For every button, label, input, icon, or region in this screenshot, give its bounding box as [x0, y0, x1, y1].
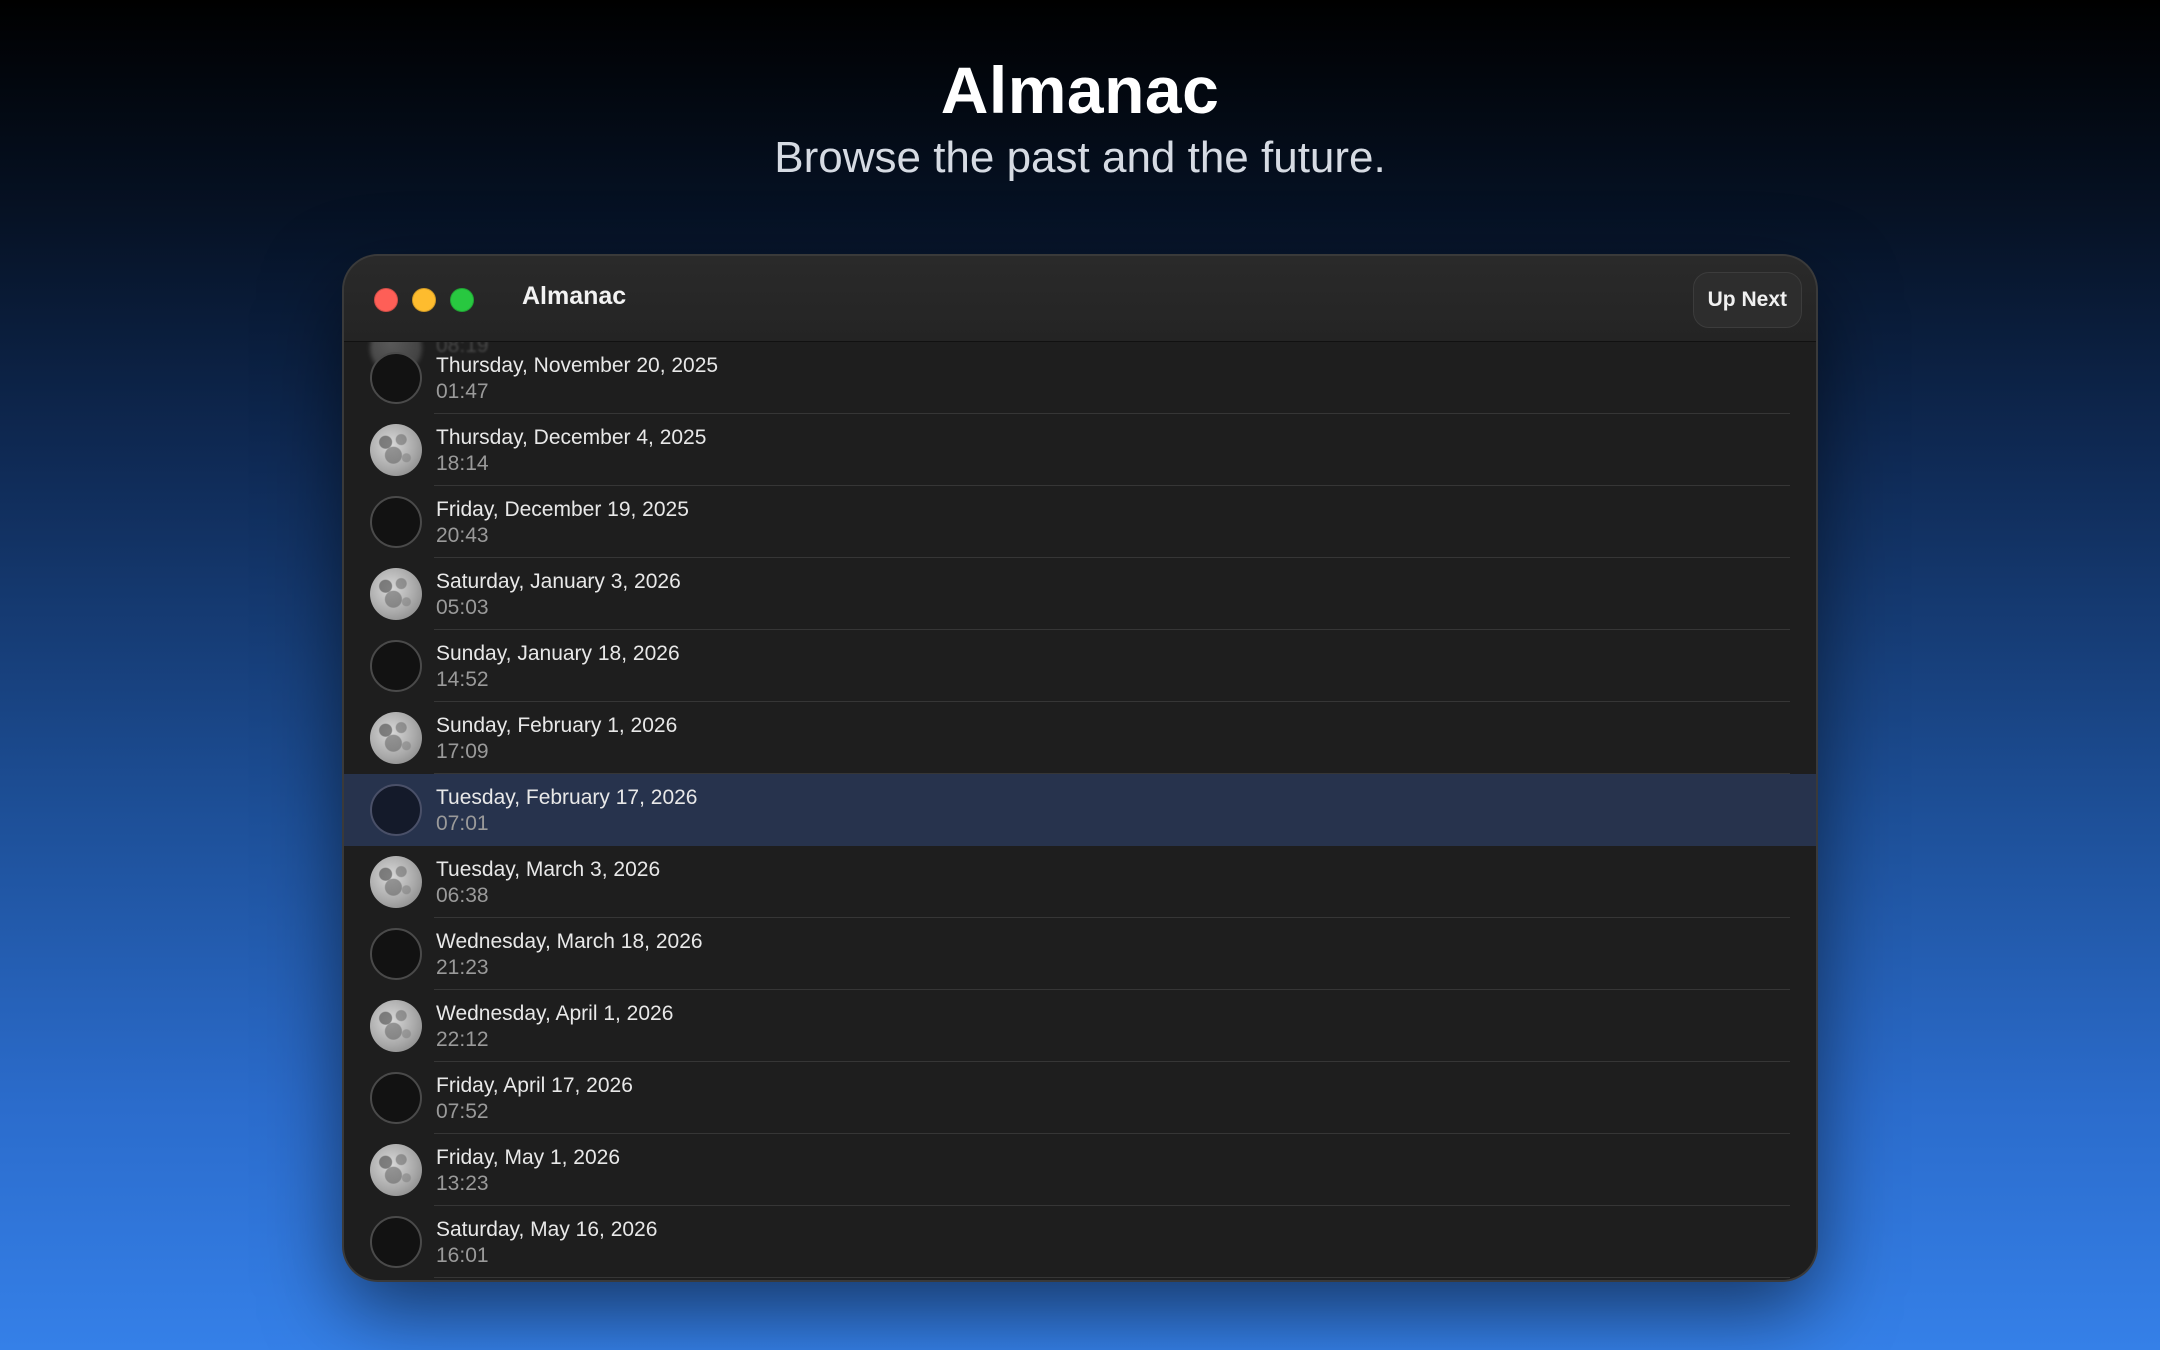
list-item[interactable]: Thursday, December 4, 2025 18:14 [344, 414, 1816, 486]
list-item[interactable]: Thursday, November 20, 2025 01:47 [344, 342, 1816, 414]
event-date: Friday, April 17, 2026 [436, 1074, 633, 1097]
event-date: Thursday, November 20, 2025 [436, 354, 719, 377]
event-date: Tuesday, March 3, 2026 [436, 858, 661, 881]
full-moon-icon [370, 712, 422, 764]
full-moon-icon [370, 1144, 422, 1196]
list-item[interactable]: Friday, December 19, 2025 20:43 [344, 486, 1816, 558]
event-date: Wednesday, March 18, 2026 [436, 930, 703, 953]
full-moon-icon [370, 568, 422, 620]
zoom-button[interactable] [450, 288, 474, 312]
list-item[interactable]: Tuesday, February 17, 2026 07:01 [344, 774, 1816, 846]
event-date: Sunday, January 18, 2026 [436, 642, 680, 665]
new-moon-icon [370, 1072, 422, 1124]
event-time: 16:01 [436, 1244, 489, 1267]
list-item[interactable]: Saturday, May 16, 2026 16:01 [344, 1206, 1816, 1278]
event-time: 07:01 [436, 812, 489, 835]
full-moon-icon [370, 856, 422, 908]
full-moon-icon [370, 424, 422, 476]
list-item[interactable]: Saturday, January 3, 2026 05:03 [344, 558, 1816, 630]
hero-subtitle: Browse the past and the future. [774, 133, 1386, 182]
event-time: 21:23 [436, 956, 489, 979]
list-item[interactable]: Tuesday, March 3, 2026 06:38 [344, 846, 1816, 918]
minimize-button[interactable] [412, 288, 436, 312]
event-time: 06:38 [436, 884, 489, 907]
up-next-button[interactable]: Up Next [1692, 272, 1802, 328]
event-time: 13:23 [436, 1172, 489, 1195]
list-item[interactable]: Sunday, January 18, 2026 14:52 [344, 630, 1816, 702]
hero-title: Almanac [940, 53, 1220, 127]
event-time: 18:14 [436, 452, 489, 475]
list-item[interactable]: Wednesday, April 1, 2026 22:12 [344, 990, 1816, 1062]
new-moon-icon [370, 352, 422, 404]
event-date: Thursday, December 4, 2025 [436, 426, 707, 449]
window-title: Almanac [522, 282, 627, 310]
event-date: Tuesday, February 17, 2026 [436, 786, 698, 809]
hero: Almanac Browse the past and the future. [0, 50, 2160, 184]
list-item[interactable]: Sunday, February 1, 2026 17:09 [344, 702, 1816, 774]
event-time: 07:52 [436, 1100, 489, 1123]
event-date: Saturday, January 3, 2026 [436, 570, 681, 593]
moon-phase-list[interactable]: 08:19 Thursday, November 20, 2025 01:47 Th… [344, 322, 1816, 1280]
titlebar[interactable]: Almanac Up Next [344, 256, 1816, 342]
event-date: Sunday, February 1, 2026 [436, 714, 678, 737]
list-item[interactable]: Friday, May 1, 2026 13:23 [344, 1134, 1816, 1206]
new-moon-icon [370, 640, 422, 692]
event-date: Wednesday, April 1, 2026 [436, 1002, 674, 1025]
close-button[interactable] [374, 288, 398, 312]
event-date: Friday, December 19, 2025 [436, 498, 689, 521]
event-date: Saturday, May 16, 2026 [436, 1218, 658, 1241]
new-moon-icon [370, 784, 422, 836]
app-window: 08:19 Thursday, November 20, 2025 01:47 Th… [344, 256, 1816, 1280]
event-time: 05:03 [436, 596, 489, 619]
event-time: 17:09 [436, 740, 489, 763]
new-moon-icon [370, 928, 422, 980]
event-time: 22:12 [436, 1028, 489, 1051]
list-item[interactable]: Wednesday, March 18, 2026 21:23 [344, 918, 1816, 990]
event-date: Friday, May 1, 2026 [436, 1146, 621, 1169]
list-item[interactable]: Friday, April 17, 2026 07:52 [344, 1062, 1816, 1134]
event-time: 20:43 [436, 524, 489, 547]
event-time: 14:52 [436, 668, 489, 691]
new-moon-icon [370, 1216, 422, 1268]
event-time: 01:47 [436, 380, 489, 403]
full-moon-icon [370, 1000, 422, 1052]
new-moon-icon [370, 496, 422, 548]
